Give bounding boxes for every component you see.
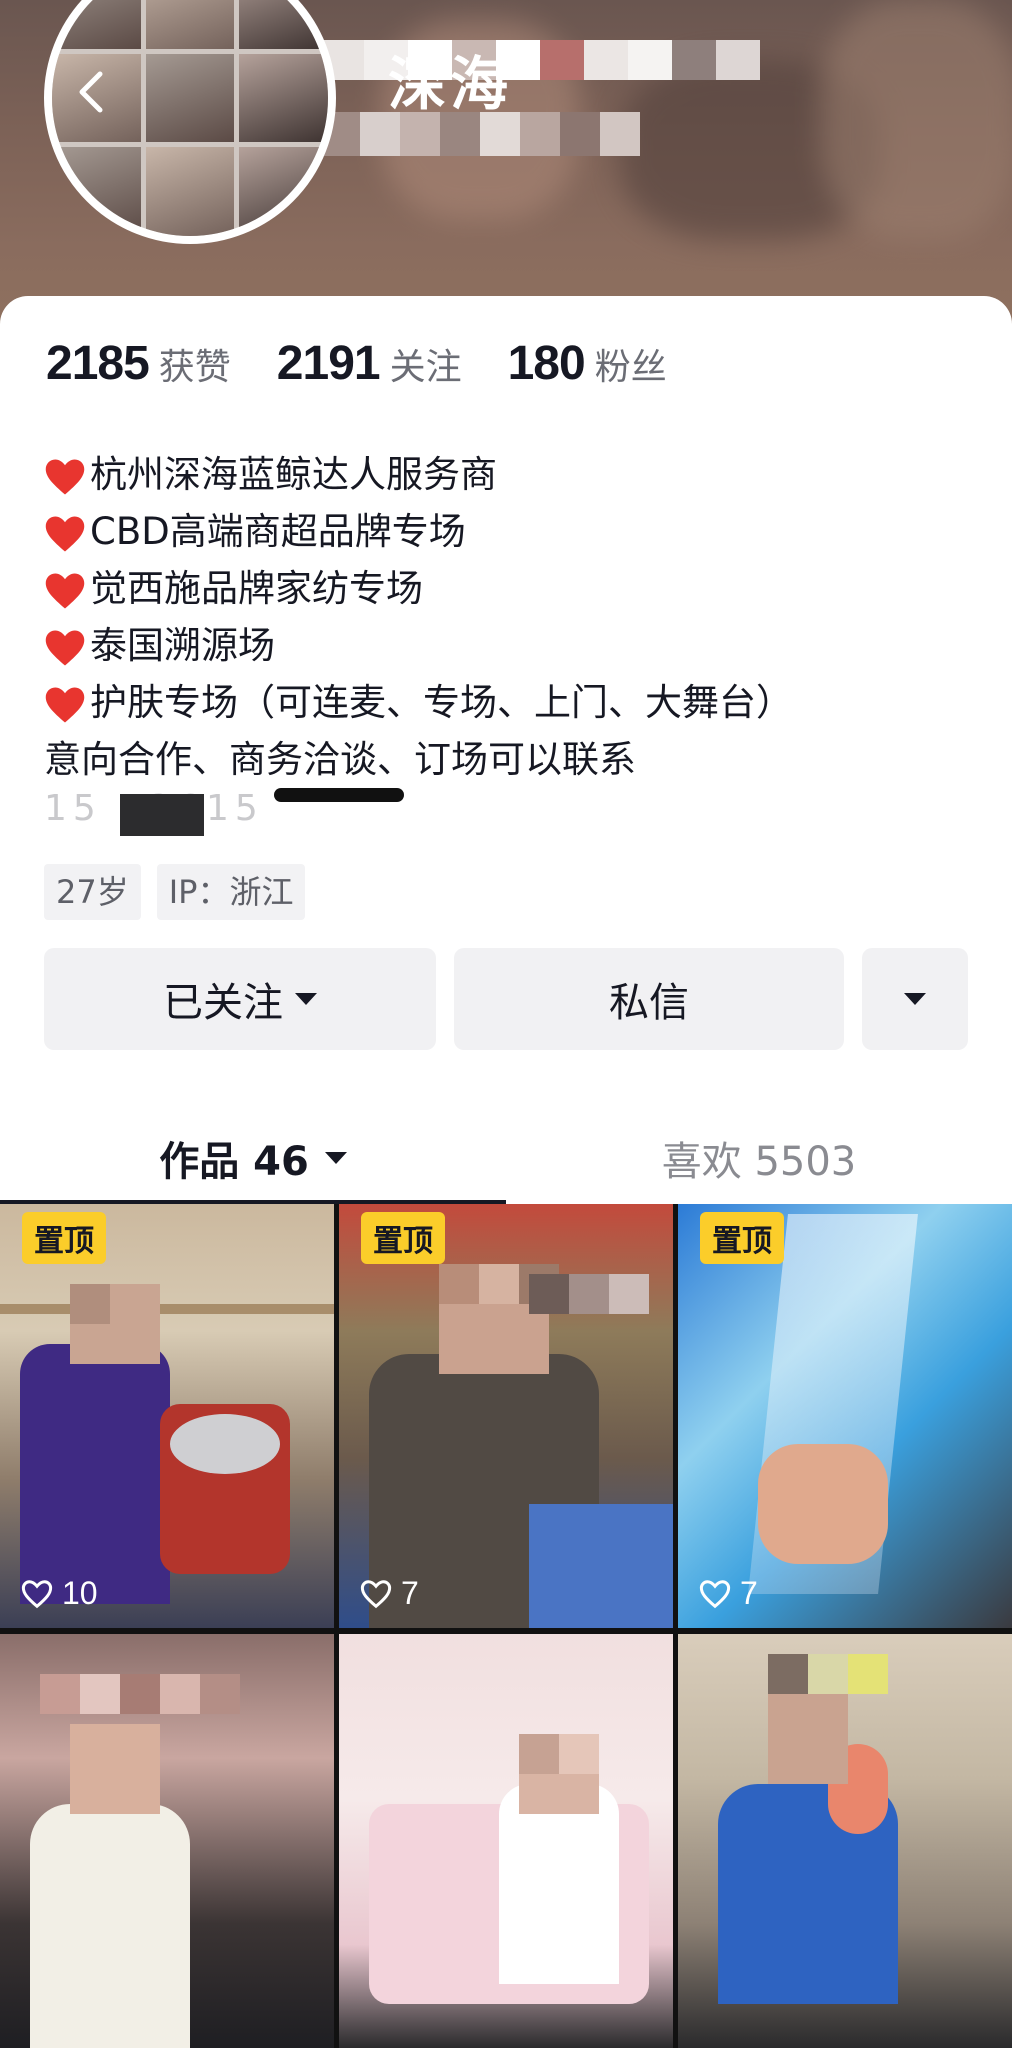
- hand: [758, 1444, 888, 1564]
- bio-phone: 15 73615: [44, 788, 944, 836]
- caret-down-icon: [904, 993, 926, 1005]
- bio-line: 觉西施品牌家纺专场: [44, 560, 944, 617]
- followed-button[interactable]: 已关注: [44, 948, 436, 1050]
- stat-followers[interactable]: 180 粉丝: [508, 336, 667, 391]
- bio-contact-line: 意向合作、商务洽谈、订场可以联系: [44, 738, 636, 781]
- video-likes: 7: [698, 1575, 758, 1612]
- product-stack: [529, 1504, 673, 1628]
- stat-likes-received[interactable]: 2185 获赞: [46, 336, 231, 391]
- video-likes: 10: [20, 1575, 98, 1612]
- person-figure: [30, 1804, 190, 2048]
- person-figure: [20, 1344, 170, 1604]
- profile-actions: 已关注 私信: [44, 948, 968, 1050]
- bio-line: CBD高端商超品牌专场: [44, 503, 944, 560]
- bio-line: 泰国溯源场: [44, 617, 944, 674]
- video-tile[interactable]: [0, 1634, 334, 2048]
- heart-icon: [45, 573, 85, 608]
- pinned-badge: 置顶: [22, 1212, 106, 1264]
- heart-outline-icon: [21, 1579, 53, 1608]
- heart-icon: [45, 630, 85, 665]
- back-arrow-icon[interactable]: [70, 70, 114, 114]
- heart-outline-icon: [699, 1579, 731, 1608]
- stat-following[interactable]: 2191 关注: [277, 336, 462, 391]
- phone-redaction: [274, 788, 404, 802]
- bio-line: 护肤专场（可连麦、专场、上门、大舞台）: [44, 674, 944, 731]
- profile-tabs: 作品 46 喜欢 5503: [0, 1112, 1012, 1206]
- heart-icon: [45, 516, 85, 551]
- video-tile[interactable]: 置顶 7: [678, 1204, 1012, 1628]
- video-likes: 7: [359, 1575, 419, 1612]
- phone-redaction: [120, 794, 204, 836]
- video-tile[interactable]: [678, 1634, 1012, 2048]
- backdrop-blur: [820, 0, 1012, 240]
- tag-age: 27岁: [44, 864, 141, 920]
- more-options-button[interactable]: [862, 948, 968, 1050]
- person-figure: [499, 1784, 619, 1984]
- bio: 杭州深海蓝鲸达人服务商 CBD高端商超品牌专场 觉西施品牌家纺专场 泰国溯源场 …: [44, 446, 944, 836]
- video-tile[interactable]: 置顶 10: [0, 1204, 334, 1628]
- tab-works[interactable]: 作品 46: [0, 1112, 506, 1204]
- pinned-badge: 置顶: [361, 1212, 445, 1264]
- pinned-badge: 置顶: [700, 1212, 784, 1264]
- profile-card: 2185 获赞 2191 关注 180 粉丝 杭州深海蓝鲸达人服务商 CBD高端…: [0, 296, 1012, 1196]
- heart-icon: [45, 459, 85, 494]
- video-grid: 置顶 10 置顶 7 置顶 7: [0, 1204, 1012, 2048]
- heart-outline-icon: [360, 1579, 392, 1608]
- heart-icon: [45, 687, 85, 722]
- video-tile[interactable]: 置顶 7: [339, 1204, 673, 1628]
- caret-down-icon: [295, 993, 317, 1005]
- tab-likes[interactable]: 喜欢 5503: [506, 1112, 1012, 1204]
- profile-tags: 27岁 IP：浙江: [44, 864, 321, 920]
- bio-line: 杭州深海蓝鲸达人服务商: [44, 446, 944, 503]
- profile-stats: 2185 获赞 2191 关注 180 粉丝: [46, 336, 713, 391]
- caret-down-icon: [324, 1152, 347, 1164]
- profile-name: 深海: [388, 50, 513, 118]
- name-mosaic: [320, 40, 760, 80]
- message-button[interactable]: 私信: [454, 948, 844, 1050]
- tag-ip-location: IP：浙江: [156, 864, 306, 920]
- video-tile[interactable]: [339, 1634, 673, 2048]
